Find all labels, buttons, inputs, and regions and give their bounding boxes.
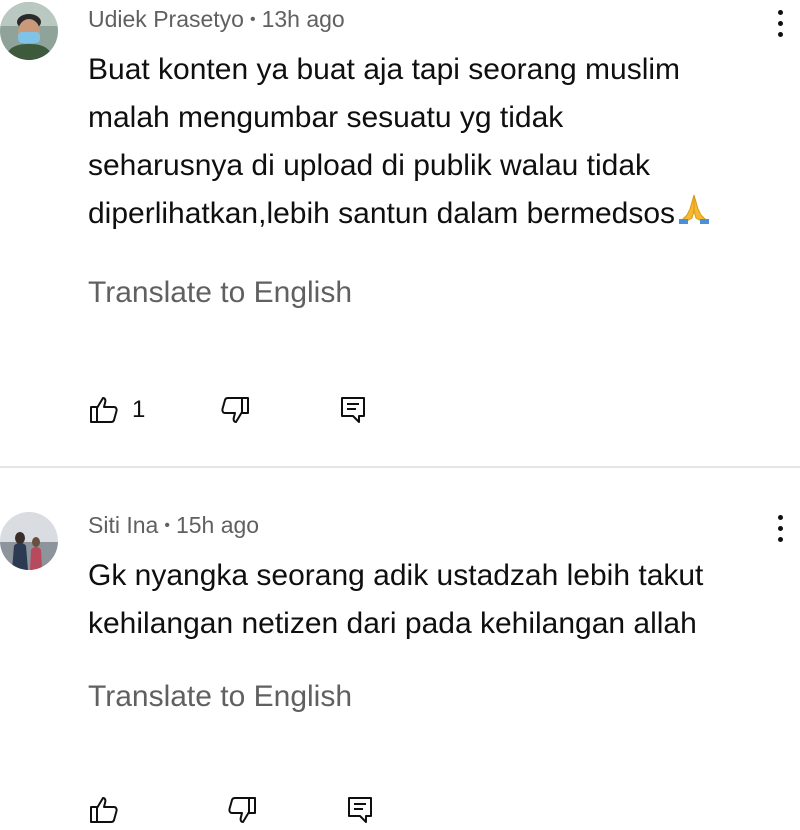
comment-meta: Udiek Prasetyo • 13h ago	[88, 6, 345, 33]
thumbs-down-icon	[226, 794, 258, 826]
translate-link[interactable]: Translate to English	[88, 680, 352, 714]
like-button[interactable]	[88, 794, 120, 826]
comment-author[interactable]: Udiek Prasetyo	[88, 6, 244, 32]
reply-icon	[344, 794, 376, 826]
comment-text: Gk nyangka seorang adik ustadzah lebih t…	[88, 552, 800, 648]
comment-time: 13h ago	[261, 6, 345, 32]
more-vertical-icon[interactable]	[768, 3, 792, 43]
thumbs-down-icon	[219, 394, 251, 426]
avatar[interactable]	[0, 512, 58, 570]
comment-actions	[88, 790, 376, 830]
reply-button[interactable]	[337, 394, 369, 426]
comment-text-line: diperlihatkan,lebih santun dalam bermeds…	[88, 190, 800, 240]
thumbs-up-icon	[88, 394, 120, 426]
comment-text-line: malah mengumbar sesuatu yg tidak	[88, 101, 564, 134]
more-vertical-icon[interactable]	[768, 508, 792, 548]
comment-text-line: seharusnya di upload di publik walau tid…	[88, 149, 651, 182]
translate-link[interactable]: Translate to English	[88, 276, 352, 310]
meta-separator: •	[249, 11, 256, 28]
comment-meta: Siti Ina • 15h ago	[88, 512, 259, 539]
comment-item: Udiek Prasetyo • 13h ago Buat konten ya bu…	[0, 0, 800, 466]
comment-text-line: kehilangan netizen dari pada kehilangan …	[88, 607, 697, 640]
dislike-button[interactable]	[219, 394, 251, 426]
reply-icon	[337, 394, 369, 426]
comment-author[interactable]: Siti Ina	[88, 512, 158, 538]
reply-button[interactable]	[344, 794, 376, 826]
comment-text: Buat konten ya buat aja tapi seorang mus…	[88, 46, 800, 240]
like-count: 1	[132, 396, 146, 423]
folded-hands-icon	[677, 191, 711, 240]
comment-text-line: Buat konten ya buat aja tapi seorang mus…	[88, 53, 681, 86]
like-button[interactable]: 1	[88, 394, 145, 426]
thumbs-up-icon	[88, 794, 120, 826]
comment-time: 15h ago	[175, 512, 260, 538]
comment-text-line: Gk nyangka seorang adik ustadzah lebih t…	[88, 559, 704, 592]
meta-separator: •	[164, 517, 170, 534]
comment-actions: 1	[88, 390, 369, 430]
comment-item: Siti Ina • 15h ago Gk nyangka seorang adik…	[0, 470, 800, 823]
avatar[interactable]	[0, 2, 58, 60]
comment-divider	[0, 466, 800, 468]
dislike-button[interactable]	[226, 794, 258, 826]
